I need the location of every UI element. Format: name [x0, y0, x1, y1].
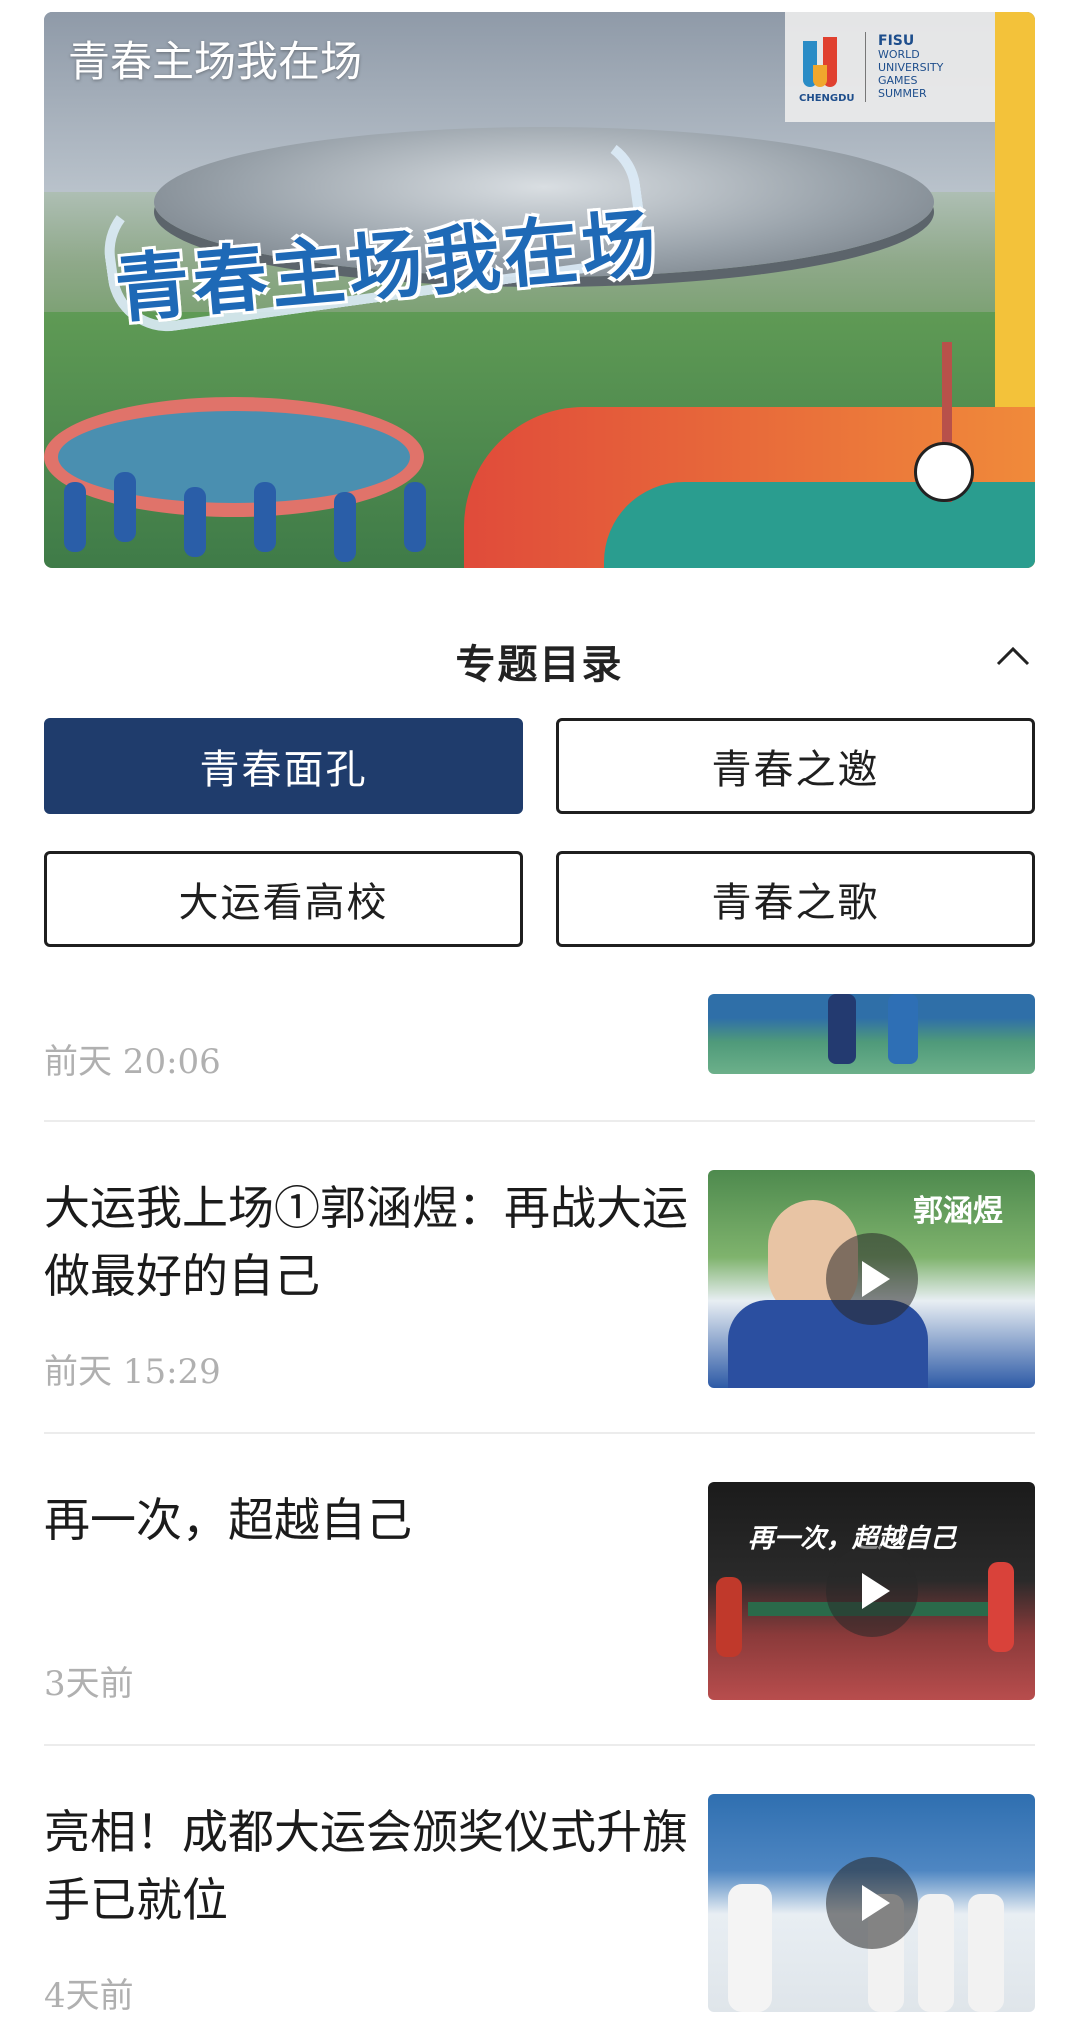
banner-track	[44, 397, 424, 517]
athlete-silhouette	[184, 487, 206, 557]
banner-teal-wave	[604, 482, 1035, 568]
logo-divider	[865, 32, 866, 102]
player-figure	[828, 994, 856, 1064]
athlete-silhouette	[64, 482, 86, 552]
topic-button-youth-invitation[interactable]: 青春之邀	[556, 718, 1035, 814]
athlete-silhouette	[254, 482, 276, 552]
section-title: 专题目录	[455, 642, 624, 688]
athlete-silhouette	[334, 492, 356, 562]
article-title: 大运我上场①郭涵煜：再战大运 做最好的自己	[44, 1181, 688, 1303]
article-time: 3天前	[44, 1664, 134, 1704]
article-thumbnail[interactable]	[708, 1794, 1035, 2012]
player-figure	[888, 994, 918, 1064]
article-item[interactable]: 大运我上场①郭涵煜：再战大运 做最好的自己 前天 15:29 郭涵煜	[44, 1170, 1035, 1392]
logo-text: FISU WORLD UNIVERSITY GAMES SUMMER	[878, 32, 944, 100]
topic-button-youth-songs[interactable]: 青春之歌	[556, 851, 1035, 947]
topic-button-universities[interactable]: 大运看高校	[44, 851, 523, 947]
player-figure	[988, 1562, 1014, 1652]
logo-city: CHENGDU	[799, 93, 855, 104]
player-figure	[716, 1577, 742, 1657]
chevron-up-icon[interactable]	[995, 638, 1031, 674]
universiade-logo: CHENGDU FISU WORLD UNIVERSITY GAMES SUMM…	[785, 12, 995, 122]
article-time: 前天 15:29	[44, 1352, 221, 1392]
section-header: 专题目录	[44, 620, 1035, 690]
article-title: 再一次，超越自己	[44, 1493, 412, 1547]
article-thumbnail	[708, 994, 1035, 1074]
article-time: 4天前	[44, 1976, 134, 2016]
topic-button-youth-faces[interactable]: 青春面孔	[44, 718, 523, 814]
article-item[interactable]: 亮相！成都大运会颁奖仪式升旗手已就位 4天前	[44, 1794, 1035, 2018]
athlete-silhouette	[404, 482, 426, 552]
article-time: 前天 20:06	[44, 1042, 221, 1082]
list-divider	[44, 1432, 1035, 1434]
flag-bearer-figure	[968, 1894, 1004, 2012]
panda-mascot	[914, 442, 974, 502]
play-icon[interactable]	[825, 1545, 918, 1637]
topic-banner[interactable]: 青春主场我在场 青春主场我在场 CHENGDU FISU WORLD UNIVE…	[44, 12, 1035, 568]
play-icon[interactable]	[825, 1233, 918, 1325]
athlete-silhouette	[114, 472, 136, 542]
banner-title: 青春主场我在场	[68, 37, 363, 86]
article-thumbnail[interactable]: 郭涵煜	[708, 1170, 1035, 1388]
universiade-emblem-icon: CHENGDU	[799, 35, 855, 104]
play-icon[interactable]	[825, 1857, 918, 1949]
article-thumbnail[interactable]: 再一次，超越自己	[708, 1482, 1035, 1700]
article-item[interactable]: 前天 20:06	[44, 994, 1035, 1124]
thumb-caption: 郭涵煜	[913, 1194, 1003, 1229]
flag-bearer-figure	[728, 1884, 772, 2012]
article-title: 亮相！成都大运会颁奖仪式升旗手已就位	[44, 1805, 688, 1927]
article-item[interactable]: 再一次，超越自己 3天前 再一次，超越自己	[44, 1482, 1035, 1704]
list-divider	[44, 1120, 1035, 1122]
list-divider	[44, 1744, 1035, 1746]
flag-bearer-figure	[918, 1894, 954, 2012]
